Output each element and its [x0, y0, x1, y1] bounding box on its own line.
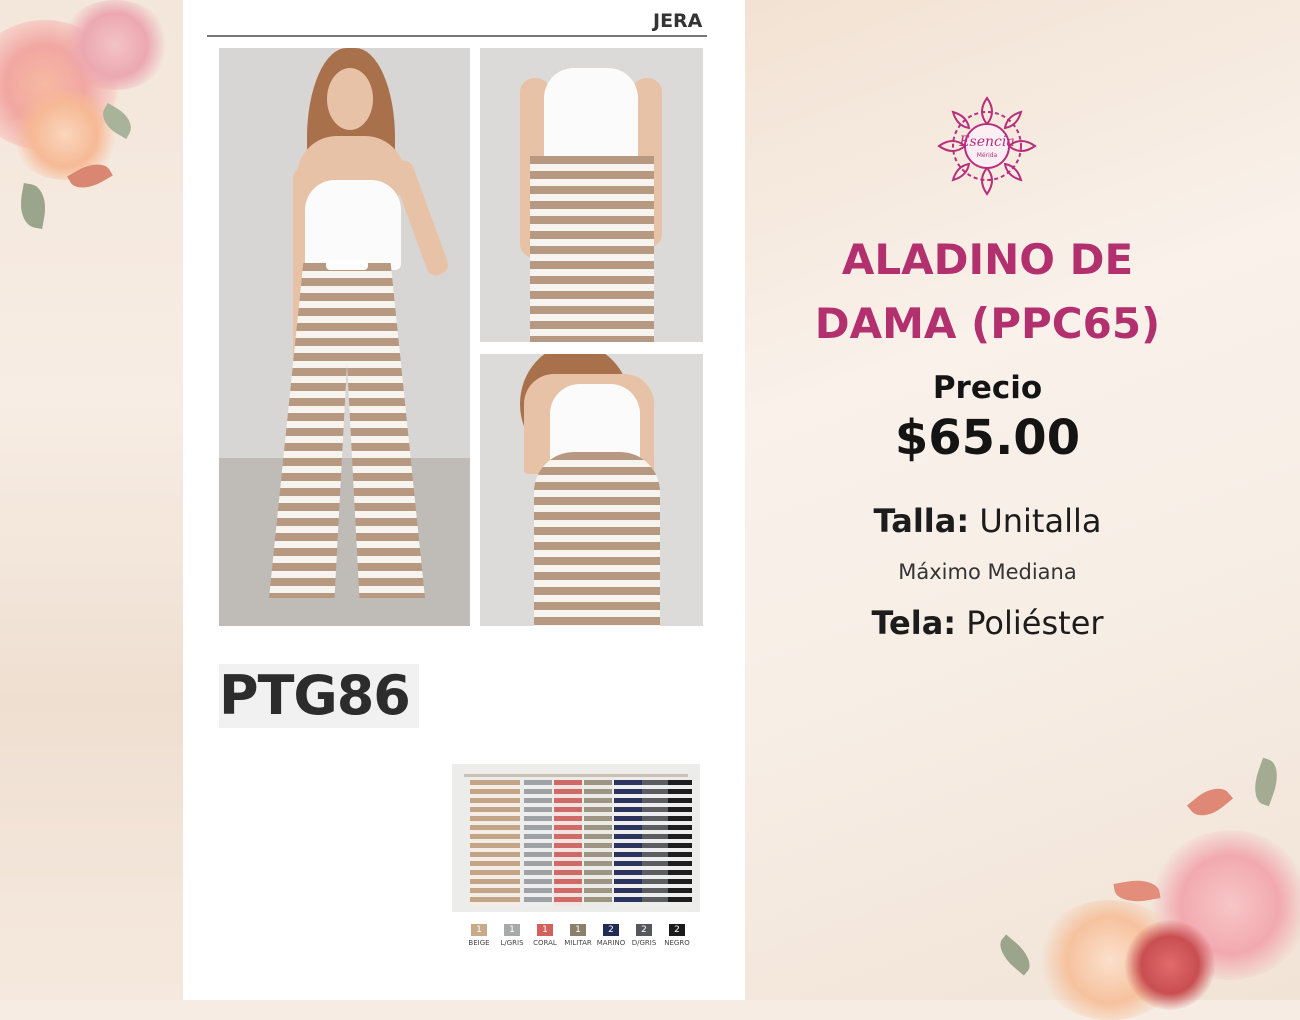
price-value: $65.00	[894, 410, 1081, 466]
white-top	[305, 180, 401, 270]
leaf-decoration	[993, 934, 1037, 976]
brand-logo: Esencia Mérida	[935, 94, 1039, 198]
pant-coral	[554, 780, 582, 906]
color-chip-box: 2	[636, 924, 652, 936]
fabric-label: Tela:	[871, 604, 957, 642]
price-label: Precio	[932, 370, 1043, 406]
color-chip-label: NEGRO	[664, 939, 690, 947]
size-note: Máximo Mediana	[898, 560, 1077, 584]
size-label: Talla:	[873, 502, 970, 540]
color-chip-militar: 1 MILITAR	[562, 924, 594, 947]
color-chip-label: BEIGE	[468, 939, 490, 947]
leaf-decoration	[1248, 757, 1284, 807]
fabric-value: Poliéster	[966, 604, 1104, 642]
color-chip-label: D/GRIS	[631, 939, 657, 947]
color-chip-box: 1	[504, 924, 520, 936]
color-chip-label: MILITAR	[564, 939, 592, 947]
color-chip-box: 2	[669, 924, 685, 936]
size-value: Unitalla	[979, 502, 1102, 540]
color-chip-box: 1	[471, 924, 487, 936]
product-title-line1: ALADINO DE	[841, 235, 1134, 284]
color-chip-box: 1	[537, 924, 553, 936]
pant-gray	[524, 780, 552, 906]
color-chip-negro: 2 NEGRO	[661, 924, 693, 947]
product-photo-back	[480, 354, 703, 626]
color-chip-lgris: 1 L/GRIS	[496, 924, 528, 947]
color-chip-coral: 1 CORAL	[529, 924, 561, 947]
color-chip-box: 2	[603, 924, 619, 936]
color-chip-label: L/GRIS	[500, 939, 524, 947]
left-background	[0, 0, 183, 1000]
product-photo-front	[219, 48, 470, 626]
flower-decoration	[1125, 920, 1215, 1010]
leaf-decoration	[1186, 779, 1234, 825]
waist-tie	[326, 260, 368, 270]
color-chip-label: CORAL	[533, 939, 557, 947]
color-chip-box: 1	[570, 924, 586, 936]
product-photo-detail	[480, 48, 703, 342]
product-title: ALADINO DE DAMA (PPC65)	[780, 228, 1195, 356]
product-code: PTG86	[219, 664, 419, 728]
catalog-page: JERA PTG86 1 BEIGE 1 L/GRIS 1 CORAL 1 MI…	[183, 0, 745, 1000]
divider	[207, 35, 707, 37]
color-chips: 1 BEIGE 1 L/GRIS 1 CORAL 1 MILITAR 2 MAR…	[463, 924, 703, 964]
color-chip-label: MARINO	[596, 939, 626, 947]
striped-pants	[534, 452, 660, 626]
color-variants-photo	[452, 764, 700, 912]
color-chip-marino: 2 MARINO	[595, 924, 627, 947]
pant-darkgray	[642, 780, 670, 906]
floor	[219, 458, 470, 626]
hanger-bar	[464, 774, 688, 777]
pant-black	[668, 780, 692, 906]
flower-decoration	[60, 0, 170, 90]
pant-military	[584, 780, 612, 906]
pant-beige	[470, 780, 520, 906]
color-chip-dgris: 2 D/GRIS	[628, 924, 660, 947]
logo-name: Esencia	[959, 134, 1015, 150]
fabric-spec: Tela: Poliéster	[780, 604, 1195, 642]
color-chip-beige: 1 BEIGE	[463, 924, 495, 947]
logo-subtitle: Mérida	[976, 152, 998, 159]
leaf-decoration	[16, 183, 50, 229]
size-spec: Talla: Unitalla	[780, 502, 1195, 540]
pant-navy	[614, 780, 642, 906]
model-face	[327, 68, 373, 130]
striped-pants	[530, 156, 654, 342]
product-title-line2: DAMA (PPC65)	[814, 299, 1161, 348]
catalog-brand-label: JERA	[653, 10, 703, 32]
